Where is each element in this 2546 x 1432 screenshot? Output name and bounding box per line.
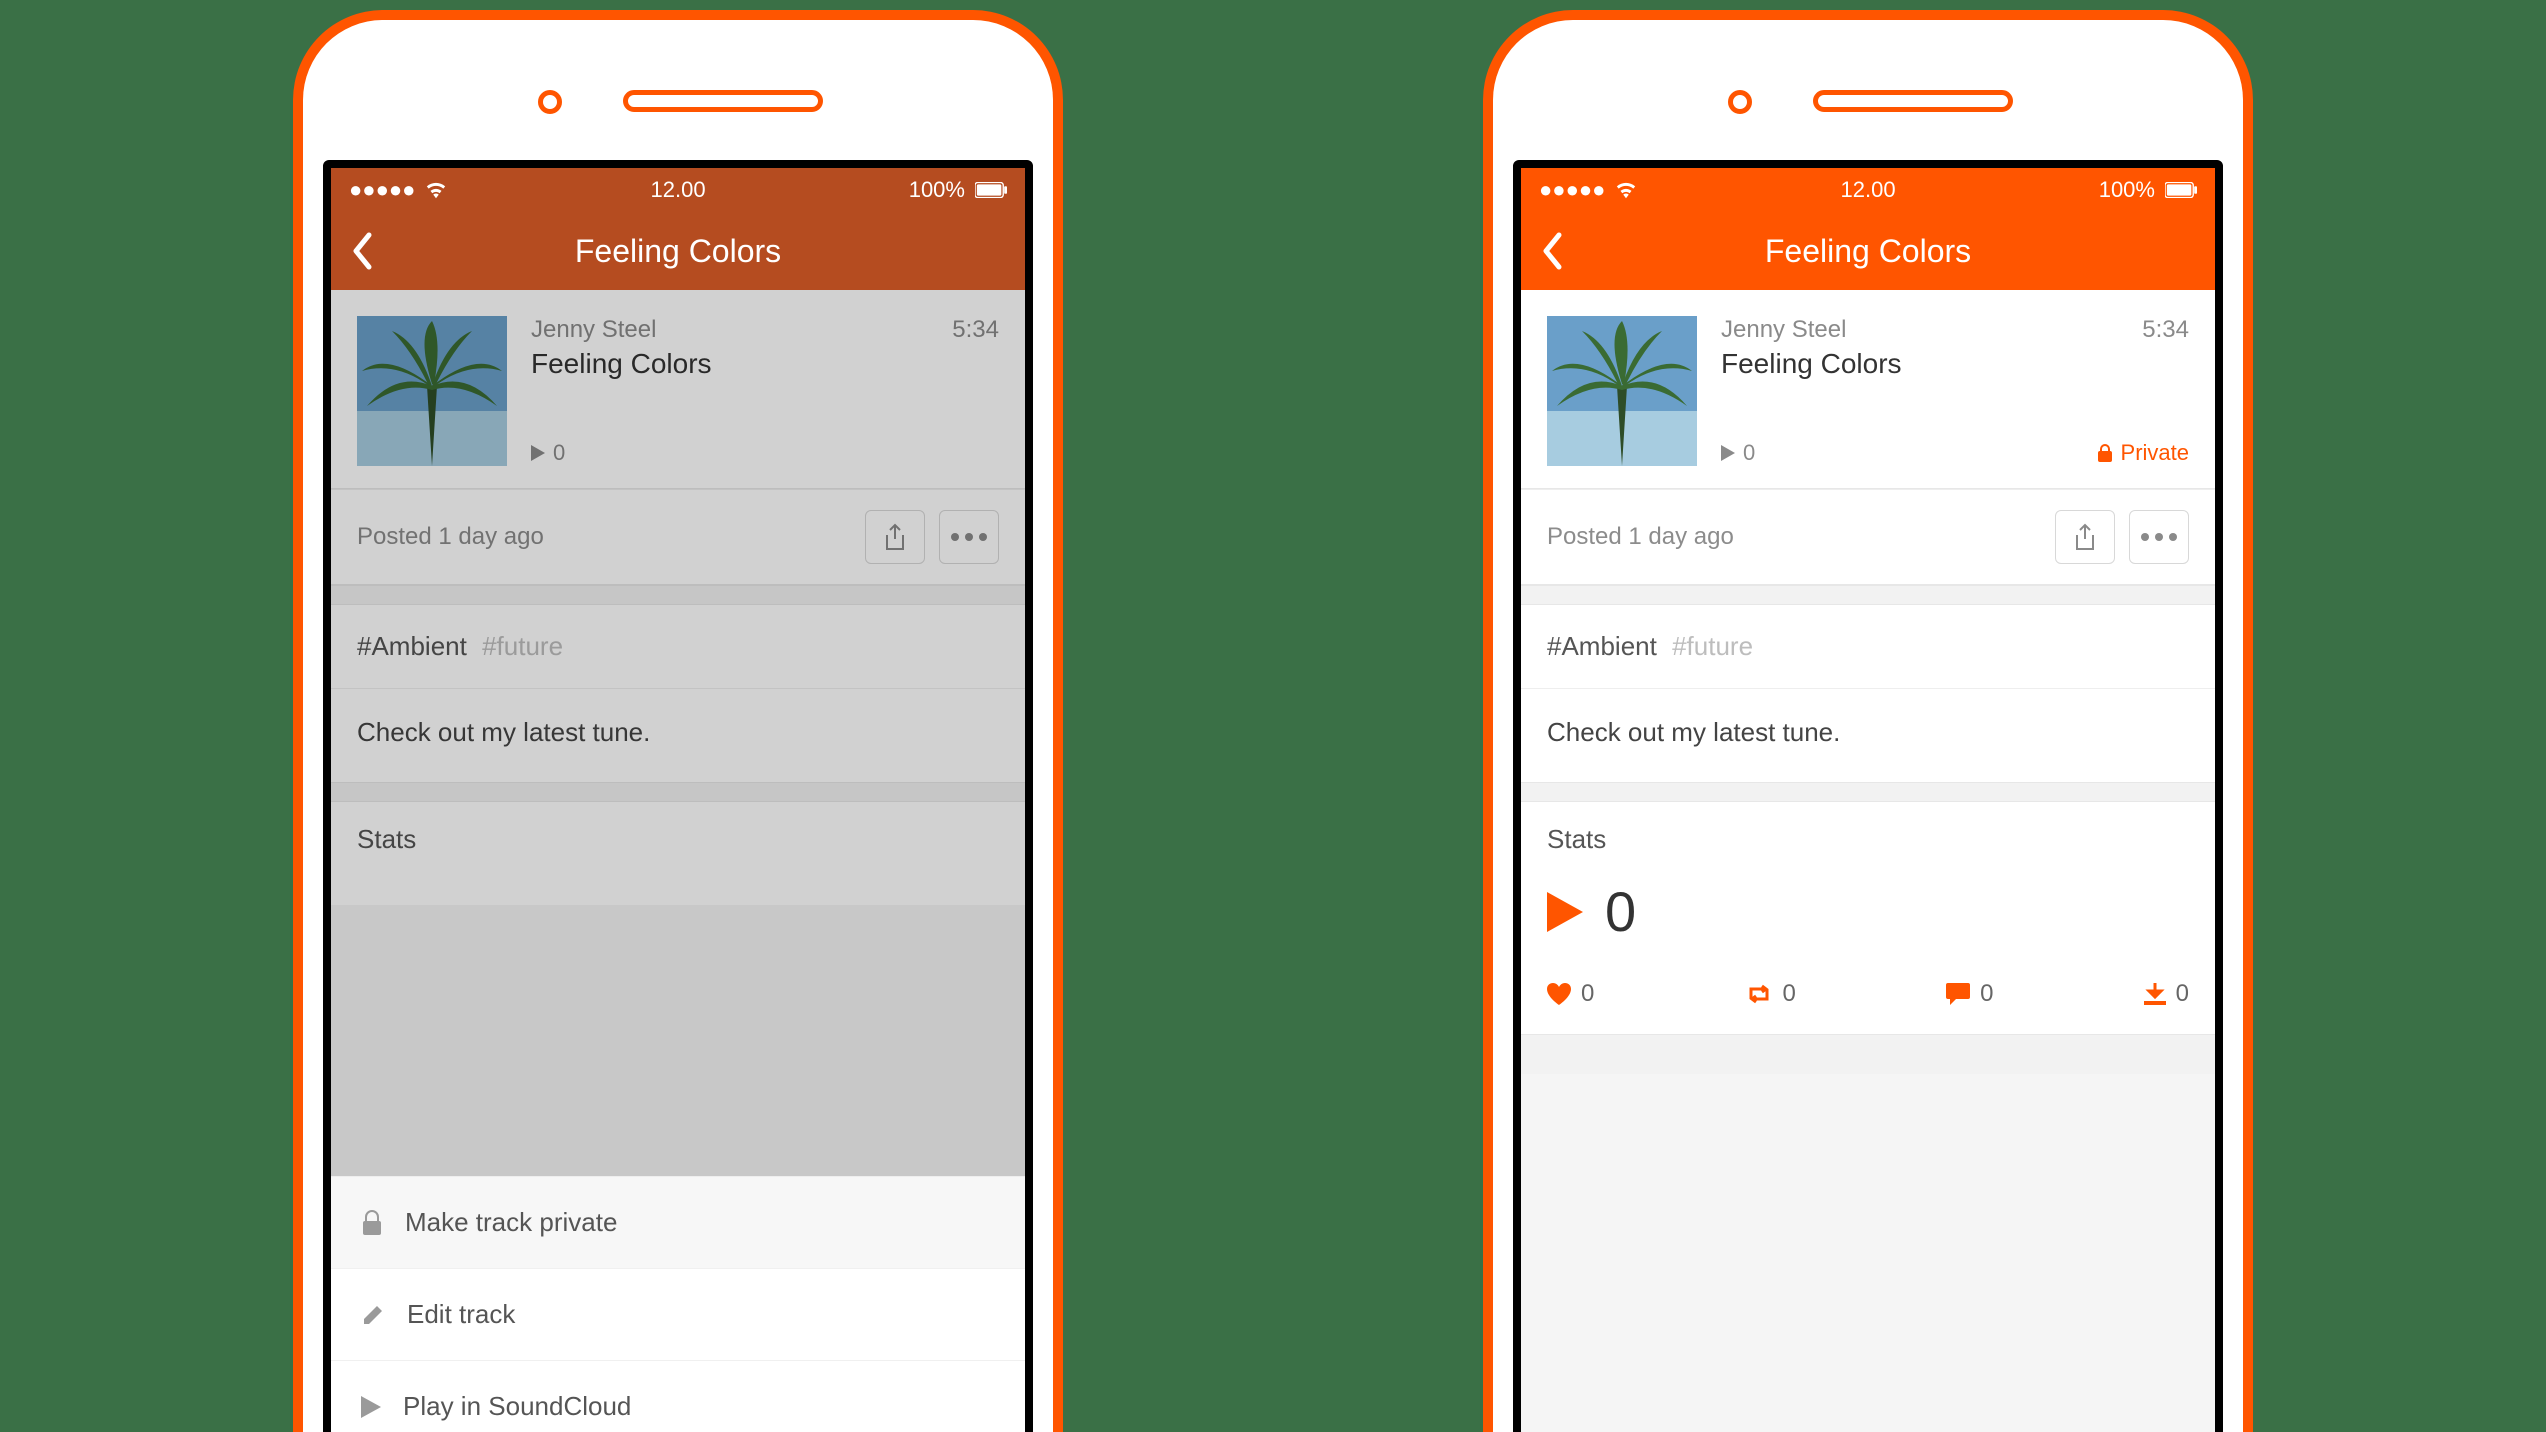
sheet-edit-track[interactable]: Edit track: [331, 1269, 1025, 1361]
stat-downloads[interactable]: 0: [2144, 980, 2189, 1008]
content-area: Jenny Steel 5:34 Feeling Colors 0: [331, 290, 1025, 1432]
status-time: 12.00: [1841, 177, 1896, 203]
stats-row: 0 0 0 0: [1547, 970, 2189, 1008]
back-button[interactable]: [1541, 232, 1563, 270]
stats-title: Stats: [1547, 824, 2189, 855]
heart-icon: [1547, 983, 1571, 1005]
comments-count: 0: [1980, 980, 1993, 1008]
artist-name[interactable]: Jenny Steel: [1721, 316, 1846, 344]
likes-count: 0: [1581, 980, 1594, 1008]
play-icon: [1547, 892, 1583, 932]
private-badge: Private: [2097, 440, 2189, 466]
section-gap: [1521, 585, 2215, 605]
stats-section: Stats 0 0 0: [1521, 802, 2215, 1034]
lock-icon: [361, 1209, 383, 1237]
chevron-left-icon: [351, 232, 373, 270]
nav-title: Feeling Colors: [1765, 233, 1971, 270]
play-icon: [361, 1396, 381, 1418]
more-icon: [2141, 533, 2177, 541]
tag-secondary[interactable]: #future: [1672, 631, 1753, 661]
share-icon: [2073, 523, 2097, 551]
battery-icon: [975, 182, 1007, 198]
track-duration: 5:34: [2142, 316, 2189, 344]
wifi-icon: [425, 181, 447, 199]
stat-reposts[interactable]: 0: [1745, 980, 1796, 1008]
lock-icon: [2097, 443, 2113, 463]
wifi-icon: [1615, 181, 1637, 199]
nav-title: Feeling Colors: [575, 233, 781, 270]
sheet-make-private[interactable]: Make track private: [331, 1177, 1025, 1269]
stats-plays-big: 0: [1547, 879, 2189, 944]
play-count: 0: [1743, 440, 1755, 466]
power-button: [1061, 320, 1063, 440]
volume-down: [293, 500, 295, 610]
pencil-icon: [361, 1303, 385, 1327]
track-title[interactable]: Feeling Colors: [1721, 348, 2189, 380]
volume-down: [1483, 500, 1485, 610]
stats-plays-value: 0: [1605, 879, 1636, 944]
phone-right: ●●●●● 12.00 100% Feeling Colors: [1483, 10, 2253, 1432]
reposts-count: 0: [1783, 980, 1796, 1008]
battery-percent: 100%: [2099, 177, 2155, 203]
download-icon: [2144, 983, 2166, 1005]
private-label: Private: [2121, 440, 2189, 466]
posted-row: Posted 1 day ago: [1521, 489, 2215, 585]
comment-icon: [1946, 983, 1970, 1005]
repost-icon: [1745, 984, 1773, 1004]
nav-bar: Feeling Colors: [331, 212, 1025, 290]
stat-comments[interactable]: 0: [1946, 980, 1993, 1008]
palm-tree-icon: [1547, 316, 1697, 466]
signal-dots-icon: ●●●●●: [1539, 177, 1605, 203]
volume-up: [293, 370, 295, 480]
section-gap-2: [1521, 782, 2215, 802]
share-button[interactable]: [2055, 510, 2115, 564]
more-button[interactable]: [2129, 510, 2189, 564]
phone-camera: [538, 90, 562, 114]
power-button: [2251, 320, 2253, 440]
nav-bar: Feeling Colors: [1521, 212, 2215, 290]
signal-dots-icon: ●●●●●: [349, 177, 415, 203]
track-artwork[interactable]: [1547, 316, 1697, 466]
bottom-gap: [1521, 1034, 2215, 1074]
status-bar: ●●●●● 12.00 100%: [1521, 168, 2215, 212]
posted-text: Posted 1 day ago: [1547, 523, 1734, 551]
battery-percent: 100%: [909, 177, 965, 203]
sheet-make-private-label: Make track private: [405, 1207, 617, 1238]
tags-row: #Ambient #future: [1521, 605, 2215, 689]
back-button[interactable]: [351, 232, 373, 270]
stat-likes[interactable]: 0: [1547, 980, 1594, 1008]
phone-camera: [1728, 90, 1752, 114]
screen-left: ●●●●● 12.00 100% Feeling Colors: [323, 160, 1033, 1432]
phone-speaker: [623, 90, 823, 112]
mute-switch: [293, 270, 295, 330]
downloads-count: 0: [2176, 980, 2189, 1008]
screen-right: ●●●●● 12.00 100% Feeling Colors: [1513, 160, 2223, 1432]
sheet-play-soundcloud[interactable]: Play in SoundCloud: [331, 1361, 1025, 1432]
chevron-left-icon: [1541, 232, 1563, 270]
content-area: Jenny Steel 5:34 Feeling Colors 0 Pri: [1521, 290, 2215, 1432]
status-time: 12.00: [651, 177, 706, 203]
volume-up: [1483, 370, 1485, 480]
phone-speaker: [1813, 90, 2013, 112]
sheet-edit-label: Edit track: [407, 1299, 515, 1330]
battery-icon: [2165, 182, 2197, 198]
status-bar: ●●●●● 12.00 100%: [331, 168, 1025, 212]
phone-left: ●●●●● 12.00 100% Feeling Colors: [293, 10, 1063, 1432]
sheet-play-label: Play in SoundCloud: [403, 1391, 631, 1422]
mute-switch: [1483, 270, 1485, 330]
track-header: Jenny Steel 5:34 Feeling Colors 0 Pri: [1521, 290, 2215, 489]
play-icon: [1721, 445, 1735, 461]
description: Check out my latest tune.: [1521, 689, 2215, 782]
tag-primary[interactable]: #Ambient: [1547, 631, 1657, 661]
action-sheet: Make track private Edit track Play in So…: [331, 1176, 1025, 1432]
